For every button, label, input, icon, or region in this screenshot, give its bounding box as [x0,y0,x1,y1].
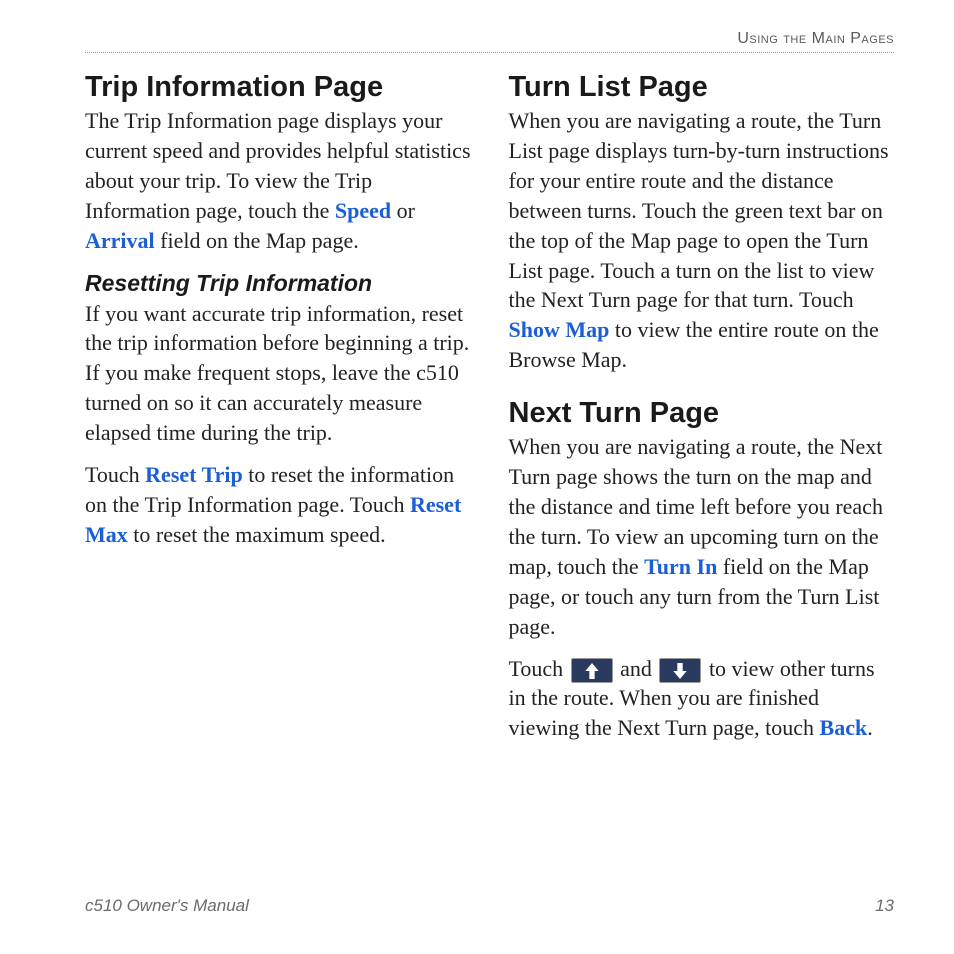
text: When you are navigating a route, the Tur… [509,108,889,312]
paragraph: Touch Reset Trip to reset the informatio… [85,460,471,550]
link-reset-trip[interactable]: Reset Trip [145,462,243,487]
footer-page-number: 13 [875,896,894,916]
link-back[interactable]: Back [820,715,868,740]
link-speed[interactable]: Speed [335,198,391,223]
content-columns: Trip Information Page The Trip Informati… [85,71,894,755]
text: or [391,198,415,223]
heading-resetting: Resetting Trip Information [85,270,471,297]
paragraph: Touch and to view other turns in the rou… [509,654,895,744]
text: and [615,656,658,681]
header-rule [85,52,894,53]
page: Using the Main Pages Trip Information Pa… [0,0,954,954]
paragraph: If you want accurate trip information, r… [85,299,471,449]
text: field on the Map page. [155,228,359,253]
up-arrow-icon[interactable] [571,658,613,683]
right-column: Turn List Page When you are navigating a… [509,71,895,755]
paragraph: When you are navigating a route, the Tur… [509,106,895,375]
text: . [867,715,873,740]
link-show-map[interactable]: Show Map [509,317,610,342]
running-header: Using the Main Pages [85,30,894,52]
paragraph: When you are navigating a route, the Nex… [509,432,895,641]
text: to reset the maximum speed. [128,522,386,547]
paragraph: The Trip Information page displays your … [85,106,471,256]
left-column: Trip Information Page The Trip Informati… [85,71,471,755]
text: Touch [509,656,569,681]
page-footer: c510 Owner's Manual 13 [85,896,894,916]
heading-next-turn: Next Turn Page [509,397,895,430]
heading-turn-list: Turn List Page [509,71,895,104]
down-arrow-icon[interactable] [659,658,701,683]
footer-manual-title: c510 Owner's Manual [85,896,249,916]
link-arrival[interactable]: Arrival [85,228,155,253]
heading-trip-info: Trip Information Page [85,71,471,104]
text: Touch [85,462,145,487]
link-turn-in[interactable]: Turn In [644,554,717,579]
